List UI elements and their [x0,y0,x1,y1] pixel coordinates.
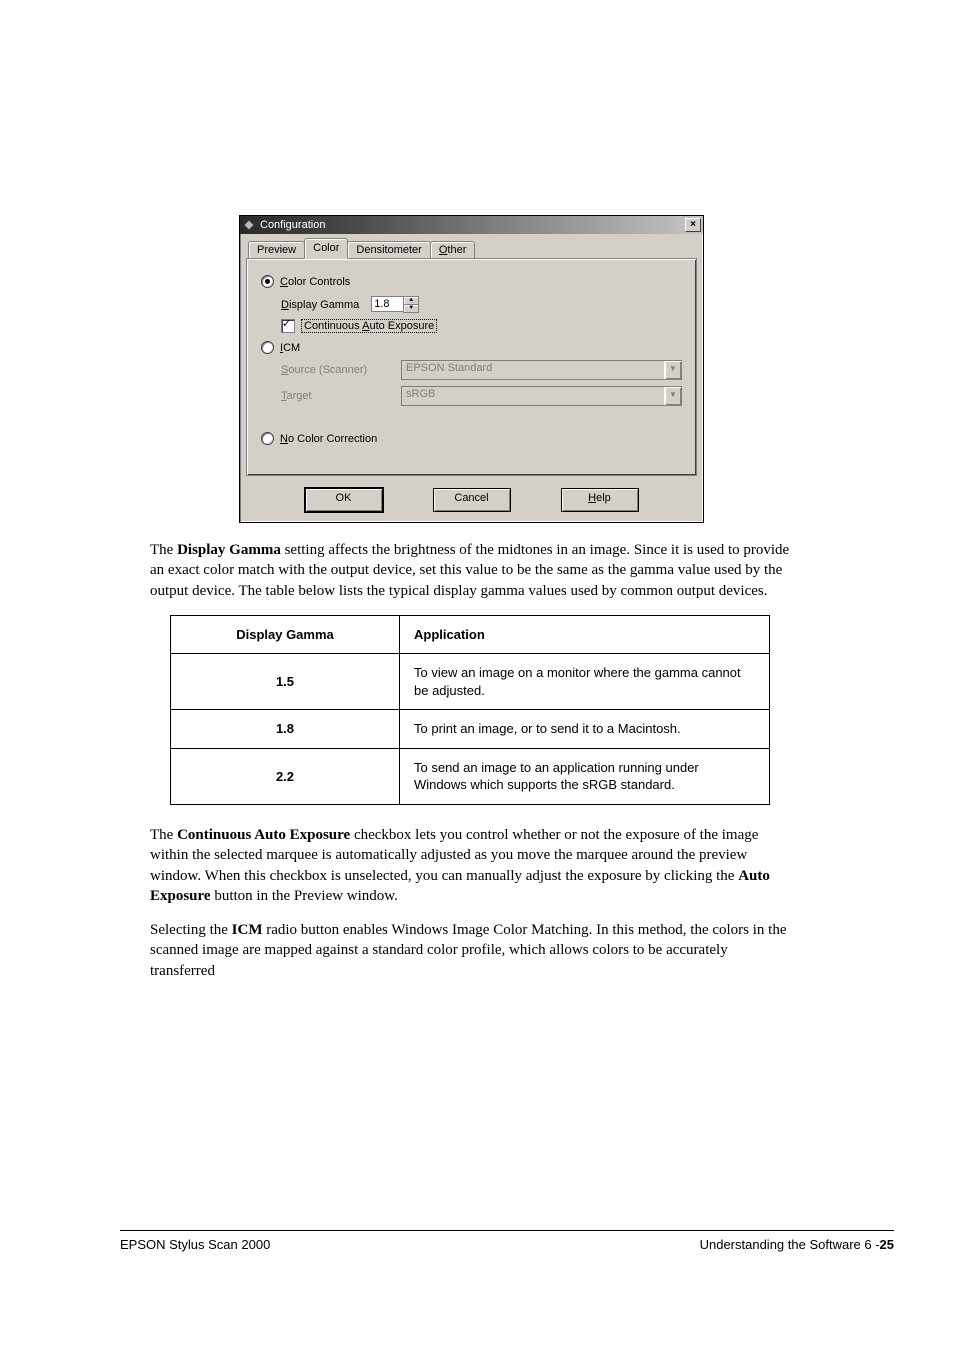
radio-label: Color Controls [280,276,350,288]
display-gamma-input[interactable] [371,296,403,312]
document-body: The Display Gamma setting affects the br… [150,540,790,995]
paragraph: The Continuous Auto Exposure checkbox le… [150,825,790,906]
target-combo[interactable]: sRGB ▼ [401,386,682,406]
cae-label: Continuous Auto Exposure [301,319,437,333]
tab-color[interactable]: Color [304,238,348,259]
chevron-down-icon[interactable]: ▼ [664,361,681,379]
radio-label: No Color Correction [280,433,377,445]
footer-right: Understanding the Software 6 -25 [700,1237,894,1252]
target-value: sRGB [402,387,664,405]
header-cell: Display Gamma [171,615,400,654]
paragraph: Selecting the ICM radio button enables W… [150,920,790,981]
continuous-auto-exposure-checkbox[interactable]: Continuous Auto Exposure [281,319,682,333]
cell: 1.5 [171,654,400,710]
chevron-down-icon[interactable]: ▼ [664,387,681,405]
cell: To print an image, or to send it to a Ma… [400,710,770,749]
cell: 2.2 [171,748,400,804]
cell: To send an image to an application runni… [400,748,770,804]
radio-color-controls[interactable]: Color Controls [261,275,682,288]
help-button[interactable]: Help [561,488,639,512]
footer-left: EPSON Stylus Scan 2000 [120,1237,270,1252]
checkbox-icon [281,319,295,333]
cell: 1.8 [171,710,400,749]
cell: To view an image on a monitor where the … [400,654,770,710]
table-row: 1.5 To view an image on a monitor where … [171,654,770,710]
configuration-dialog: Configuration × Preview Color Densitomet… [239,215,704,523]
spin-down-icon[interactable]: ▼ [404,305,418,312]
header-cell: Application [400,615,770,654]
target-label: Target [281,390,401,402]
radio-icon [261,341,274,354]
tab-preview[interactable]: Preview [248,241,305,259]
page-footer: EPSON Stylus Scan 2000 Understanding the… [120,1230,894,1252]
source-value: EPSON Standard [402,361,664,379]
display-gamma-table: Display Gamma Application 1.5 To view an… [170,615,770,805]
paragraph: The Display Gamma setting affects the br… [150,540,790,601]
spin-up-icon[interactable]: ▲ [404,297,418,305]
radio-icon [261,275,274,288]
app-icon [242,218,256,232]
radio-icon [261,432,274,445]
titlebar: Configuration × [240,216,703,234]
ok-button[interactable]: OK [305,488,383,512]
radio-label: ICM [280,342,300,354]
radio-icm[interactable]: ICM [261,341,682,354]
display-gamma-label: Display Gamma [281,299,359,311]
tab-other[interactable]: Other [430,241,476,259]
display-gamma-spinner[interactable]: ▲ ▼ [371,296,419,313]
table-row: 2.2 To send an image to an application r… [171,748,770,804]
source-combo[interactable]: EPSON Standard ▼ [401,360,682,380]
window-title: Configuration [260,219,685,231]
tab-densitometer[interactable]: Densitometer [347,241,430,259]
cancel-button[interactable]: Cancel [433,488,511,512]
table-header-row: Display Gamma Application [171,615,770,654]
radio-no-color-correction[interactable]: No Color Correction [261,432,682,445]
table-row: 1.8 To print an image, or to send it to … [171,710,770,749]
color-panel: Color Controls Display Gamma ▲ ▼ [246,258,697,476]
source-label: Source (Scanner) [281,364,401,376]
close-button[interactable]: × [685,218,701,232]
tab-strip: Preview Color Densitometer Other [246,238,697,259]
